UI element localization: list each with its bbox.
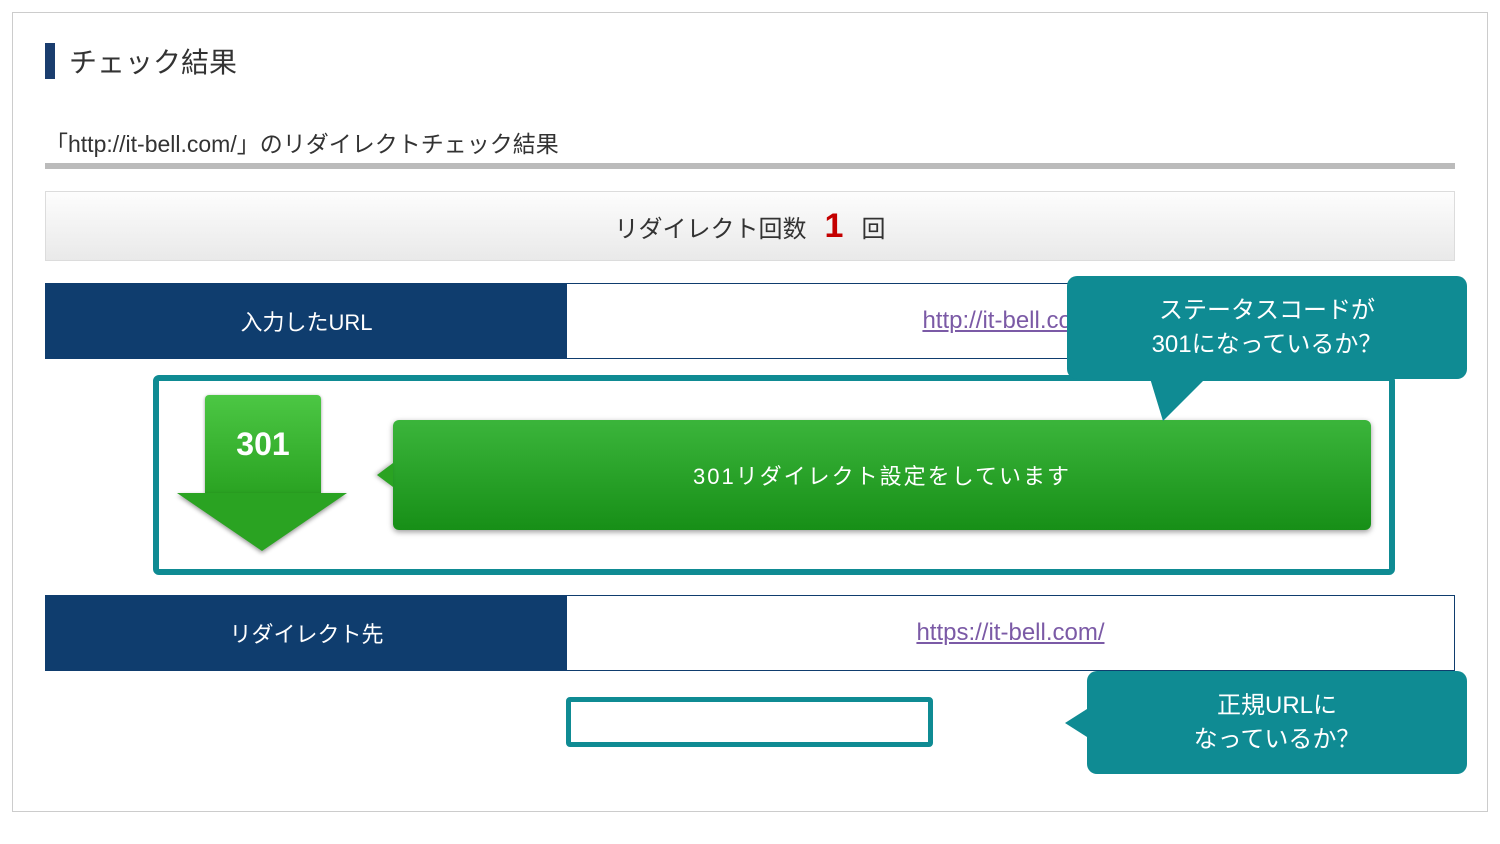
destination-url-link[interactable]: https://it-bell.com/ [916,619,1104,647]
divider [45,163,1455,169]
status-arrow-icon: 301 [177,395,347,555]
destination-url-row: リダイレクト先 https://it-bell.com/ [45,595,1455,671]
arrow-down-icon [177,493,347,551]
status-code-badge: 301 [205,395,321,493]
status-message-banner: 301リダイレクト設定をしています [393,420,1371,530]
destination-url-cell: https://it-bell.com/ [567,596,1454,670]
annotation-bubble-status: ステータスコードが 301になっているか？ [1067,276,1467,379]
redirect-count-label: リダイレクト回数 [615,209,807,244]
result-panel: チェック結果 「http://it-bell.com/」のリダイレクトチェック結… [12,12,1488,812]
redirect-count-unit: 回 [861,209,885,244]
title-accent-bar [45,43,55,79]
highlight-destination-url [566,697,933,747]
redirect-count-value: 1 [825,207,844,246]
section-title-text: チェック結果 [69,41,237,81]
input-url-label: 入力したURL [46,284,567,358]
annotation-bubble-status-text: ステータスコードが 301になっているか？ [1152,294,1383,361]
result-subtitle: 「http://it-bell.com/」のリダイレクトチェック結果 [45,125,1455,159]
destination-url-label: リダイレクト先 [46,596,567,670]
section-title: チェック結果 [45,41,1455,81]
annotation-bubble-canonical-text: 正規URLに なっているか？ [1194,689,1361,756]
annotation-bubble-canonical: 正規URLに なっているか？ [1087,671,1467,774]
redirect-count-bar: リダイレクト回数 1 回 [45,191,1455,261]
